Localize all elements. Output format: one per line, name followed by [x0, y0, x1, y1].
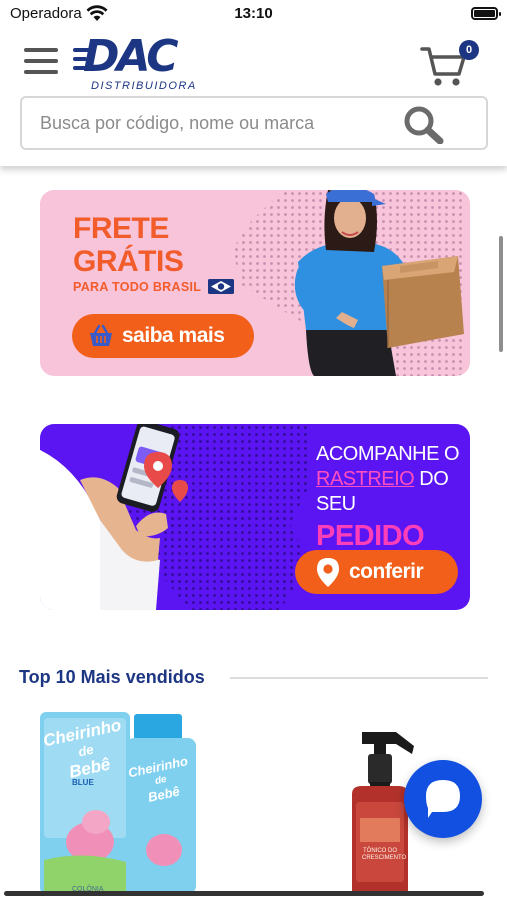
tracking-line-3: SEU [316, 493, 356, 515]
battery-icon [471, 7, 501, 20]
logo-wordmark: DAC [83, 31, 179, 82]
cart-count-badge: 0 [459, 40, 479, 60]
delivery-person-illustration [294, 190, 464, 376]
tracking-highlight: RASTREIO [316, 468, 415, 490]
search-bar [20, 96, 488, 150]
search-input[interactable] [40, 108, 400, 138]
search-icon[interactable] [402, 104, 446, 144]
saiba-mais-button[interactable]: saiba mais [72, 314, 254, 358]
section-title: Top 10 Mais vendidos [19, 667, 205, 687]
product-label-text: TÔNICO DO CRESCIMENTO [362, 848, 407, 861]
shopping-basket-icon [90, 324, 112, 346]
dac-logo[interactable]: DAC DISTRIBUIDORA [73, 32, 203, 96]
tracking-line-2-rest: DO [414, 468, 449, 490]
free-shipping-title: FRETE GRÁTIS [73, 212, 184, 278]
conferir-button[interactable]: conferir [295, 550, 458, 594]
product-card[interactable]: Cheirinho de Bebê Cheirinho de Bebê BLUE… [38, 710, 198, 893]
hamburger-menu-icon[interactable] [24, 46, 58, 76]
conferir-label: conferir [349, 560, 424, 583]
saiba-mais-label: saiba mais [122, 324, 225, 347]
cart-button[interactable]: 0 [420, 40, 482, 88]
logo-subtitle: DISTRIBUIDORA [91, 80, 197, 92]
order-tracking-banner[interactable]: ACOMPANHE O RASTREIO DO SEU PEDIDO confe… [40, 424, 470, 610]
tracking-line-1: ACOMPANHE O [316, 443, 460, 465]
location-pin-icon [317, 558, 339, 587]
tracking-headline: ACOMPANHE O RASTREIO DO SEU PEDIDO [316, 442, 466, 555]
free-shipping-banner[interactable]: FRETE GRÁTIS PARA TODO BRASIL saiba mais [40, 190, 470, 376]
home-indicator [4, 891, 484, 896]
chat-button[interactable] [404, 760, 482, 838]
hand-holding-phone-illustration [40, 424, 188, 610]
title-line-2: GRÁTIS [73, 245, 184, 278]
section-divider [230, 677, 488, 679]
free-shipping-subtitle: PARA TODO BRASIL [73, 280, 202, 294]
clock: 13:10 [234, 5, 273, 22]
app-header: DAC DISTRIBUIDORA 0 [0, 26, 507, 166]
brazil-flag-icon [208, 279, 234, 294]
tracking-line-2: RASTREIO DO [316, 467, 466, 492]
status-bar: Operadora 13:10 [0, 0, 507, 26]
scroll-indicator [499, 236, 503, 352]
title-line-1: FRETE [73, 212, 169, 245]
product-variant: BLUE [72, 778, 94, 787]
chat-bubble-icon [426, 780, 460, 818]
